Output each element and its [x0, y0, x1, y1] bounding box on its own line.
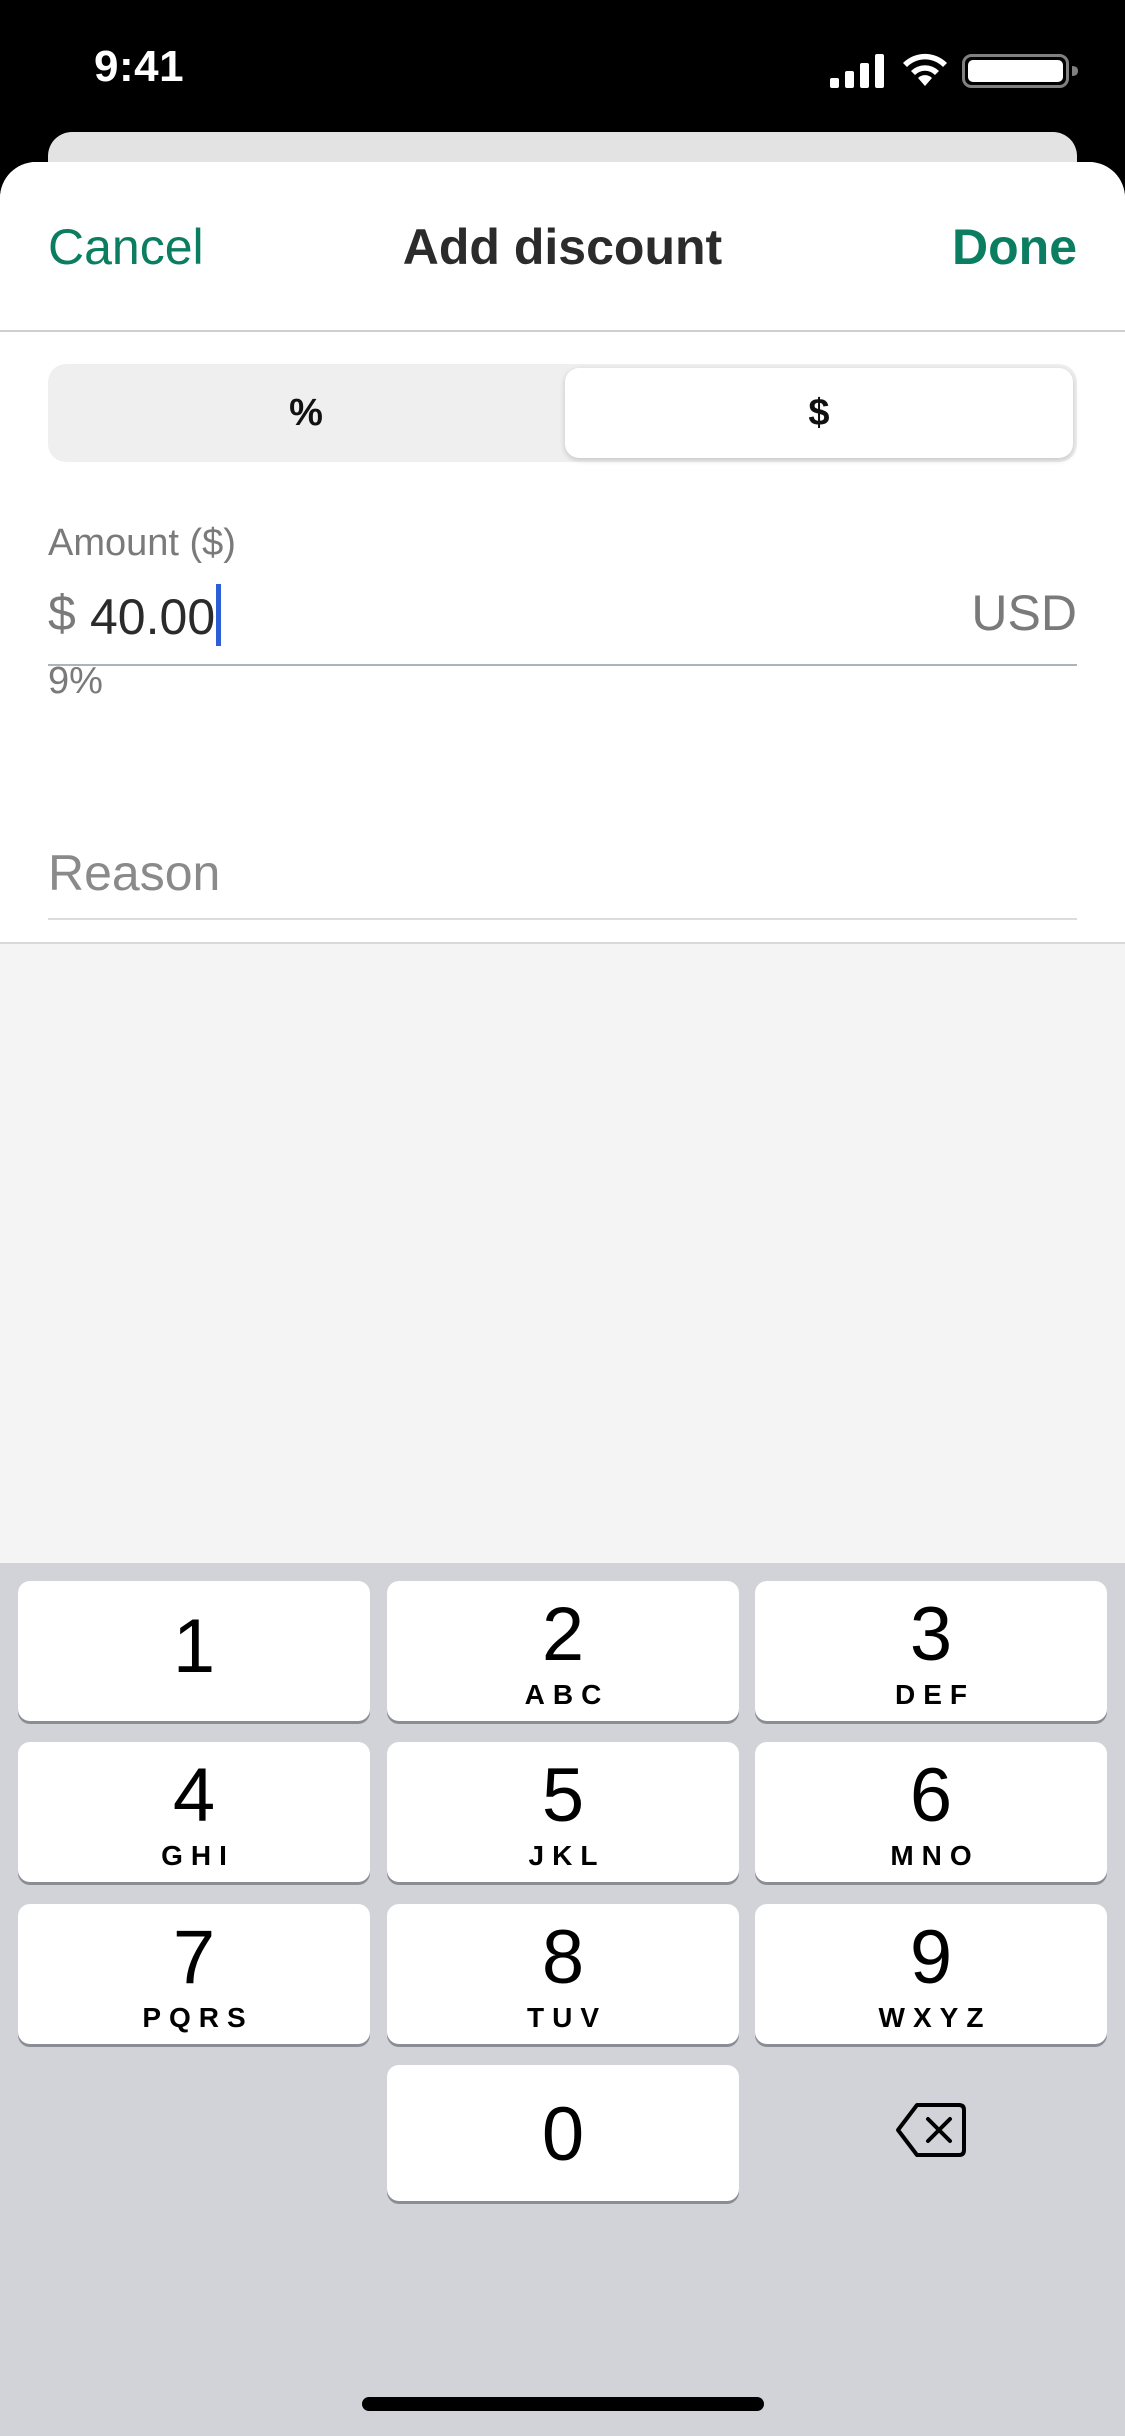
segment-dollar[interactable]: $	[565, 368, 1073, 458]
key-digit: 2	[541, 1592, 585, 1677]
key-digit: 0	[541, 2092, 585, 2177]
key-5[interactable]: 5 JKL	[387, 1742, 739, 1882]
key-digit: 4	[172, 1753, 216, 1838]
amount-field[interactable]: $ 40.00 USD	[48, 574, 1077, 666]
key-4[interactable]: 4 GHI	[18, 1742, 370, 1882]
key-digit: 6	[909, 1753, 953, 1838]
backspace-icon	[896, 2103, 966, 2157]
key-0[interactable]: 0	[387, 2065, 739, 2201]
nav-bar: Cancel Add discount Done	[0, 162, 1125, 332]
cellular-signal-icon	[830, 54, 884, 88]
key-digit: 1	[172, 1604, 216, 1689]
backspace-key[interactable]	[755, 2060, 1107, 2200]
key-8[interactable]: 8 TUV	[387, 1904, 739, 2044]
segment-percent[interactable]: %	[52, 368, 560, 458]
amount-percent-hint: 9%	[48, 660, 103, 702]
status-bar: 9:41	[0, 0, 1125, 140]
battery-icon	[962, 54, 1078, 88]
form-panel: Cancel Add discount Done % $ Amount ($) …	[0, 162, 1125, 944]
currency-prefix: $	[48, 585, 76, 641]
amount-value-wrap: 40.00	[90, 584, 222, 646]
currency-code: USD	[971, 585, 1077, 641]
key-letters: MNO	[890, 1840, 980, 1871]
done-button[interactable]: Done	[952, 218, 1077, 276]
text-caret	[216, 584, 222, 646]
key-3[interactable]: 3 DEF	[755, 1581, 1107, 1721]
key-letters: DEF	[895, 1679, 975, 1710]
key-letters: GHI	[161, 1840, 235, 1871]
numeric-keypad: 1 2 ABC 3 DEF 4 GHI 5 JKL 6 MNO 7 PQRS 8…	[0, 1563, 1125, 2436]
key-letters: JKL	[528, 1840, 606, 1871]
key-digit: 5	[541, 1753, 585, 1838]
key-1[interactable]: 1	[18, 1581, 370, 1721]
amount-label: Amount ($)	[48, 522, 236, 564]
reason-field	[48, 830, 1077, 920]
reason-input[interactable]	[48, 830, 1077, 916]
home-indicator	[362, 2397, 764, 2411]
wifi-icon	[903, 53, 947, 86]
key-letters: PQRS	[142, 2002, 254, 2033]
key-digit: 8	[541, 1915, 585, 2000]
key-digit: 7	[172, 1915, 216, 2000]
key-6[interactable]: 6 MNO	[755, 1742, 1107, 1882]
amount-value[interactable]: 40.00	[90, 589, 215, 645]
discount-type-segmented-control: % $	[48, 364, 1077, 462]
key-2[interactable]: 2 ABC	[387, 1581, 739, 1721]
key-letters: TUV	[527, 2002, 607, 2033]
key-7[interactable]: 7 PQRS	[18, 1904, 370, 2044]
status-time: 9:41	[94, 42, 185, 91]
key-letters: WXYZ	[878, 2002, 992, 2033]
key-digit: 9	[909, 1915, 953, 2000]
key-9[interactable]: 9 WXYZ	[755, 1904, 1107, 2044]
key-digit: 3	[909, 1592, 953, 1677]
key-letters: ABC	[524, 1679, 610, 1710]
